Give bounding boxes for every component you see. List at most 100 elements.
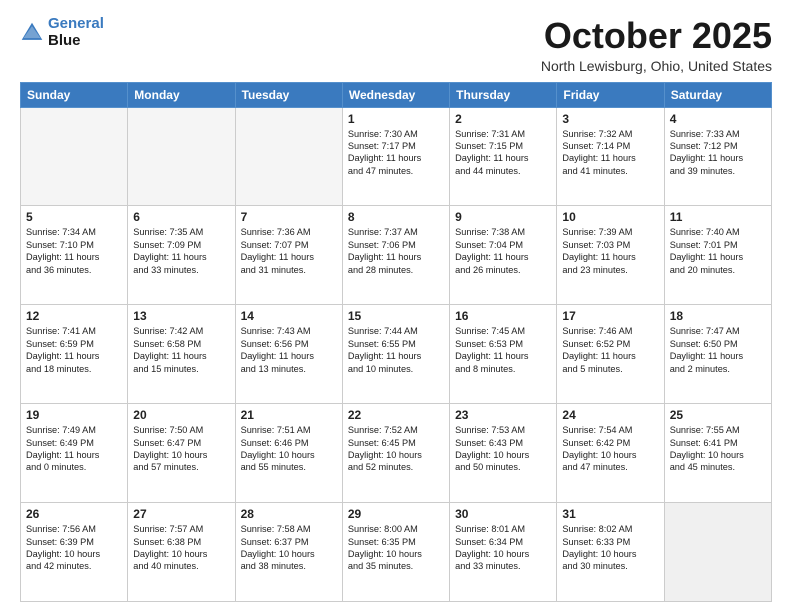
week-row-4: 19Sunrise: 7:49 AM Sunset: 6:49 PM Dayli… (21, 404, 772, 503)
day-info: Sunrise: 7:39 AM Sunset: 7:03 PM Dayligh… (562, 226, 658, 276)
weekday-thursday: Thursday (450, 82, 557, 107)
day-info: Sunrise: 8:00 AM Sunset: 6:35 PM Dayligh… (348, 523, 444, 573)
day-number: 8 (348, 210, 444, 224)
day-number: 24 (562, 408, 658, 422)
day-cell-9: 9 Sunrise: 7:38 AM Sunset: 7:04 PM Daylig… (450, 206, 557, 305)
day-info: Sunrise: 7:35 AM Sunset: 7:09 PM Dayligh… (133, 226, 229, 276)
day-info: Sunrise: 7:44 AM Sunset: 6:55 PM Dayligh… (348, 325, 444, 375)
day-number: 2 (455, 112, 551, 126)
day-cell-22: 22 Sunrise: 7:52 AM Sunset: 6:45 PM Dayli… (342, 404, 449, 503)
logo-text: General Blue (48, 16, 104, 49)
day-cell-24: 24 Sunrise: 7:54 AM Sunset: 6:42 PM Dayli… (557, 404, 664, 503)
day-number: 16 (455, 309, 551, 323)
day-info: Sunrise: 7:51 AM Sunset: 6:46 PM Dayligh… (241, 424, 337, 474)
weekday-friday: Friday (557, 82, 664, 107)
day-cell-31: 31 Sunrise: 8:02 AM Sunset: 6:33 PM Dayli… (557, 503, 664, 602)
day-cell-2: 2 Sunrise: 7:31 AM Sunset: 7:15 PM Daylig… (450, 107, 557, 206)
day-info: Sunrise: 7:38 AM Sunset: 7:04 PM Dayligh… (455, 226, 551, 276)
day-number: 31 (562, 507, 658, 521)
day-number: 1 (348, 112, 444, 126)
day-cell-1: 1Sunrise: 7:30 AM Sunset: 7:17 PM Daylig… (342, 107, 449, 206)
day-cell-16: 16 Sunrise: 7:45 AM Sunset: 6:53 PM Dayli… (450, 305, 557, 404)
day-info: Sunrise: 7:57 AM Sunset: 6:38 PM Dayligh… (133, 523, 229, 573)
day-cell-14: 14 Sunrise: 7:43 AM Sunset: 6:56 PM Dayli… (235, 305, 342, 404)
day-info: Sunrise: 7:56 AM Sunset: 6:39 PM Dayligh… (26, 523, 122, 573)
day-info: Sunrise: 7:33 AM Sunset: 7:12 PM Dayligh… (670, 128, 766, 178)
week-row-5: 26 Sunrise: 7:56 AM Sunset: 6:39 PM Dayli… (21, 503, 772, 602)
day-info: Sunrise: 8:02 AM Sunset: 6:33 PM Dayligh… (562, 523, 658, 573)
day-info: Sunrise: 7:40 AM Sunset: 7:01 PM Dayligh… (670, 226, 766, 276)
day-number: 3 (562, 112, 658, 126)
day-info: Sunrise: 7:47 AM Sunset: 6:50 PM Dayligh… (670, 325, 766, 375)
day-info: Sunrise: 8:01 AM Sunset: 6:34 PM Dayligh… (455, 523, 551, 573)
day-cell-23: 23Sunrise: 7:53 AM Sunset: 6:43 PM Dayli… (450, 404, 557, 503)
day-cell-5: 5 Sunrise: 7:34 AM Sunset: 7:10 PM Daylig… (21, 206, 128, 305)
day-info: Sunrise: 7:37 AM Sunset: 7:06 PM Dayligh… (348, 226, 444, 276)
day-number: 13 (133, 309, 229, 323)
day-number: 15 (348, 309, 444, 323)
day-cell-6: 6 Sunrise: 7:35 AM Sunset: 7:09 PM Daylig… (128, 206, 235, 305)
calendar-table: SundayMondayTuesdayWednesdayThursdayFrid… (20, 82, 772, 602)
week-row-2: 5 Sunrise: 7:34 AM Sunset: 7:10 PM Daylig… (21, 206, 772, 305)
logo: General Blue (20, 16, 104, 49)
day-cell-13: 13Sunrise: 7:42 AM Sunset: 6:58 PM Dayli… (128, 305, 235, 404)
day-info: Sunrise: 7:58 AM Sunset: 6:37 PM Dayligh… (241, 523, 337, 573)
day-number: 26 (26, 507, 122, 521)
title-block: October 2025 North Lewisburg, Ohio, Unit… (541, 16, 772, 74)
week-row-1: 1Sunrise: 7:30 AM Sunset: 7:17 PM Daylig… (21, 107, 772, 206)
calendar-page: General Blue October 2025 North Lewisbur… (0, 0, 792, 612)
day-number: 22 (348, 408, 444, 422)
weekday-sunday: Sunday (21, 82, 128, 107)
day-cell-11: 11 Sunrise: 7:40 AM Sunset: 7:01 PM Dayli… (664, 206, 771, 305)
logo-blue: Blue (48, 32, 81, 49)
day-info: Sunrise: 7:45 AM Sunset: 6:53 PM Dayligh… (455, 325, 551, 375)
day-cell-17: 17 Sunrise: 7:46 AM Sunset: 6:52 PM Dayli… (557, 305, 664, 404)
day-cell-28: 28 Sunrise: 7:58 AM Sunset: 6:37 PM Dayli… (235, 503, 342, 602)
day-number: 5 (26, 210, 122, 224)
day-number: 6 (133, 210, 229, 224)
day-number: 20 (133, 408, 229, 422)
day-info: Sunrise: 7:34 AM Sunset: 7:10 PM Dayligh… (26, 226, 122, 276)
day-cell-12: 12Sunrise: 7:41 AM Sunset: 6:59 PM Dayli… (21, 305, 128, 404)
day-info: Sunrise: 7:32 AM Sunset: 7:14 PM Dayligh… (562, 128, 658, 178)
day-info: Sunrise: 7:41 AM Sunset: 6:59 PM Dayligh… (26, 325, 122, 375)
day-number: 28 (241, 507, 337, 521)
day-info: Sunrise: 7:52 AM Sunset: 6:45 PM Dayligh… (348, 424, 444, 474)
day-number: 7 (241, 210, 337, 224)
day-cell-25: 25Sunrise: 7:55 AM Sunset: 6:41 PM Dayli… (664, 404, 771, 503)
day-info: Sunrise: 7:43 AM Sunset: 6:56 PM Dayligh… (241, 325, 337, 375)
day-info: Sunrise: 7:46 AM Sunset: 6:52 PM Dayligh… (562, 325, 658, 375)
day-cell-8: 8 Sunrise: 7:37 AM Sunset: 7:06 PM Daylig… (342, 206, 449, 305)
day-cell-26: 26 Sunrise: 7:56 AM Sunset: 6:39 PM Dayli… (21, 503, 128, 602)
month-title: October 2025 (541, 16, 772, 56)
day-number: 14 (241, 309, 337, 323)
day-number: 25 (670, 408, 766, 422)
weekday-header-row: SundayMondayTuesdayWednesdayThursdayFrid… (21, 82, 772, 107)
logo-icon (20, 21, 44, 45)
day-cell-3: 3 Sunrise: 7:32 AM Sunset: 7:14 PM Daylig… (557, 107, 664, 206)
empty-cell (664, 503, 771, 602)
day-cell-7: 7 Sunrise: 7:36 AM Sunset: 7:07 PM Daylig… (235, 206, 342, 305)
day-info: Sunrise: 7:53 AM Sunset: 6:43 PM Dayligh… (455, 424, 551, 474)
empty-cell (235, 107, 342, 206)
weekday-monday: Monday (128, 82, 235, 107)
day-number: 29 (348, 507, 444, 521)
day-number: 9 (455, 210, 551, 224)
day-number: 17 (562, 309, 658, 323)
day-number: 11 (670, 210, 766, 224)
empty-cell (128, 107, 235, 206)
day-info: Sunrise: 7:49 AM Sunset: 6:49 PM Dayligh… (26, 424, 122, 474)
week-row-3: 12Sunrise: 7:41 AM Sunset: 6:59 PM Dayli… (21, 305, 772, 404)
day-cell-10: 10 Sunrise: 7:39 AM Sunset: 7:03 PM Dayli… (557, 206, 664, 305)
day-info: Sunrise: 7:54 AM Sunset: 6:42 PM Dayligh… (562, 424, 658, 474)
day-info: Sunrise: 7:36 AM Sunset: 7:07 PM Dayligh… (241, 226, 337, 276)
day-cell-18: 18Sunrise: 7:47 AM Sunset: 6:50 PM Dayli… (664, 305, 771, 404)
day-cell-4: 4Sunrise: 7:33 AM Sunset: 7:12 PM Daylig… (664, 107, 771, 206)
day-cell-21: 21Sunrise: 7:51 AM Sunset: 6:46 PM Dayli… (235, 404, 342, 503)
day-info: Sunrise: 7:31 AM Sunset: 7:15 PM Dayligh… (455, 128, 551, 178)
day-cell-15: 15 Sunrise: 7:44 AM Sunset: 6:55 PM Dayli… (342, 305, 449, 404)
day-cell-20: 20 Sunrise: 7:50 AM Sunset: 6:47 PM Dayli… (128, 404, 235, 503)
day-info: Sunrise: 7:50 AM Sunset: 6:47 PM Dayligh… (133, 424, 229, 474)
day-number: 10 (562, 210, 658, 224)
empty-cell (21, 107, 128, 206)
